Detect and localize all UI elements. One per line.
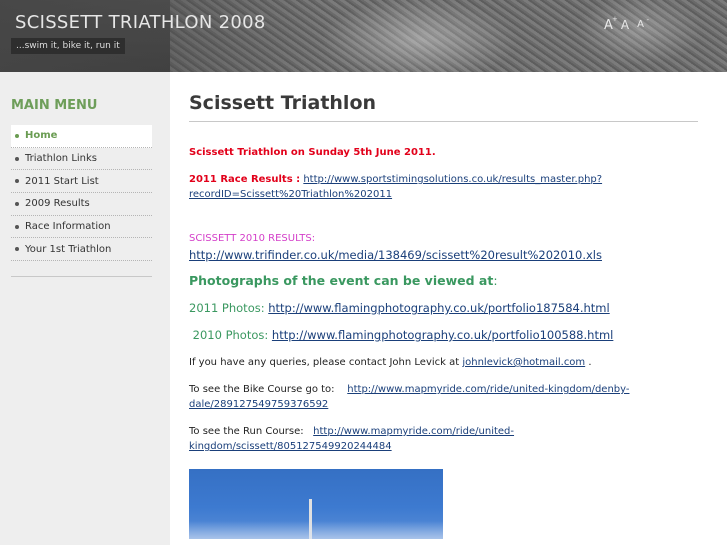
menu-item-your-1st-triathlon[interactable]: Your 1st Triathlon [11,238,152,262]
results-2010-paragraph: SCISSETT 2010 RESULTS: http://www.trifin… [189,231,709,264]
font-decrease-icon[interactable]: A- [637,16,649,34]
bullet-icon [15,133,19,138]
photos-2010-paragraph: 2010 Photos: http://www.flamingphotograp… [189,328,709,343]
photos-2010-link[interactable]: http://www.flamingphotography.co.uk/port… [272,328,613,342]
font-reset-icon[interactable]: A [621,18,629,33]
results-2011-paragraph: 2011 Race Results : http://www.sportstim… [189,172,709,202]
bullet-icon [15,247,19,252]
title-divider [189,121,698,122]
page-title: Scissett Triathlon [189,92,377,114]
queries-paragraph: If you have any queries, please contact … [189,357,592,368]
photo-cloud [189,521,443,539]
photos-heading: Photographs of the event can be viewed a… [189,273,498,288]
menu-item-home[interactable]: Home [11,125,152,148]
menu-divider [11,276,152,277]
photos-2011-label: 2011 Photos: [189,301,265,315]
sidebar: MAIN MENU Home Triathlon Links 2011 Star… [0,72,170,545]
photos-2011-paragraph: 2011 Photos: http://www.flamingphotograp… [189,301,709,316]
run-course-paragraph: To see the Run Course: http://www.mapmyr… [189,426,515,452]
menu-item-2009-results[interactable]: 2009 Results [11,193,152,216]
main-menu-title: MAIN MENU [11,98,98,113]
font-increase-icon[interactable]: A + [604,15,618,33]
bullet-icon [15,201,19,206]
contact-email-link[interactable]: johnlevick@hotmail.com [462,357,585,368]
menu-item-2011-start-list[interactable]: 2011 Start List [11,170,152,194]
photos-2011-link[interactable]: http://www.flamingphotography.co.uk/port… [268,301,609,315]
bike-course-paragraph: To see the Bike Course go to: http://www… [189,384,630,410]
bullet-icon [15,179,19,184]
results-2010-label: SCISSETT 2010 RESULTS: [189,233,316,244]
bullet-icon [15,224,19,229]
results-2010-link[interactable]: http://www.trifinder.co.uk/media/138469/… [189,248,602,262]
site-title[interactable]: SCISSETT TRIATHLON 2008 [15,12,266,33]
main-menu: Home Triathlon Links 2011 Start List 200… [11,125,152,262]
bullet-icon [15,156,19,161]
menu-item-race-information[interactable]: Race Information [11,216,152,239]
header-fade [0,0,330,72]
photos-2010-label: 2010 Photos: [192,328,269,342]
site-slogan: ...swim it, bike it, run it [11,38,125,54]
event-photo [189,469,443,539]
event-date-text: Scissett Triathlon on Sunday 5th June 20… [189,147,436,158]
site-header: SCISSETT TRIATHLON 2008 ...swim it, bike… [0,0,727,72]
menu-item-triathlon-links[interactable]: Triathlon Links [11,148,152,171]
font-size-controls: A + A A- [604,15,649,34]
main-content: Scissett Triathlon Scissett Triathlon on… [189,72,709,539]
results-2011-label: 2011 Race Results : [189,174,301,185]
